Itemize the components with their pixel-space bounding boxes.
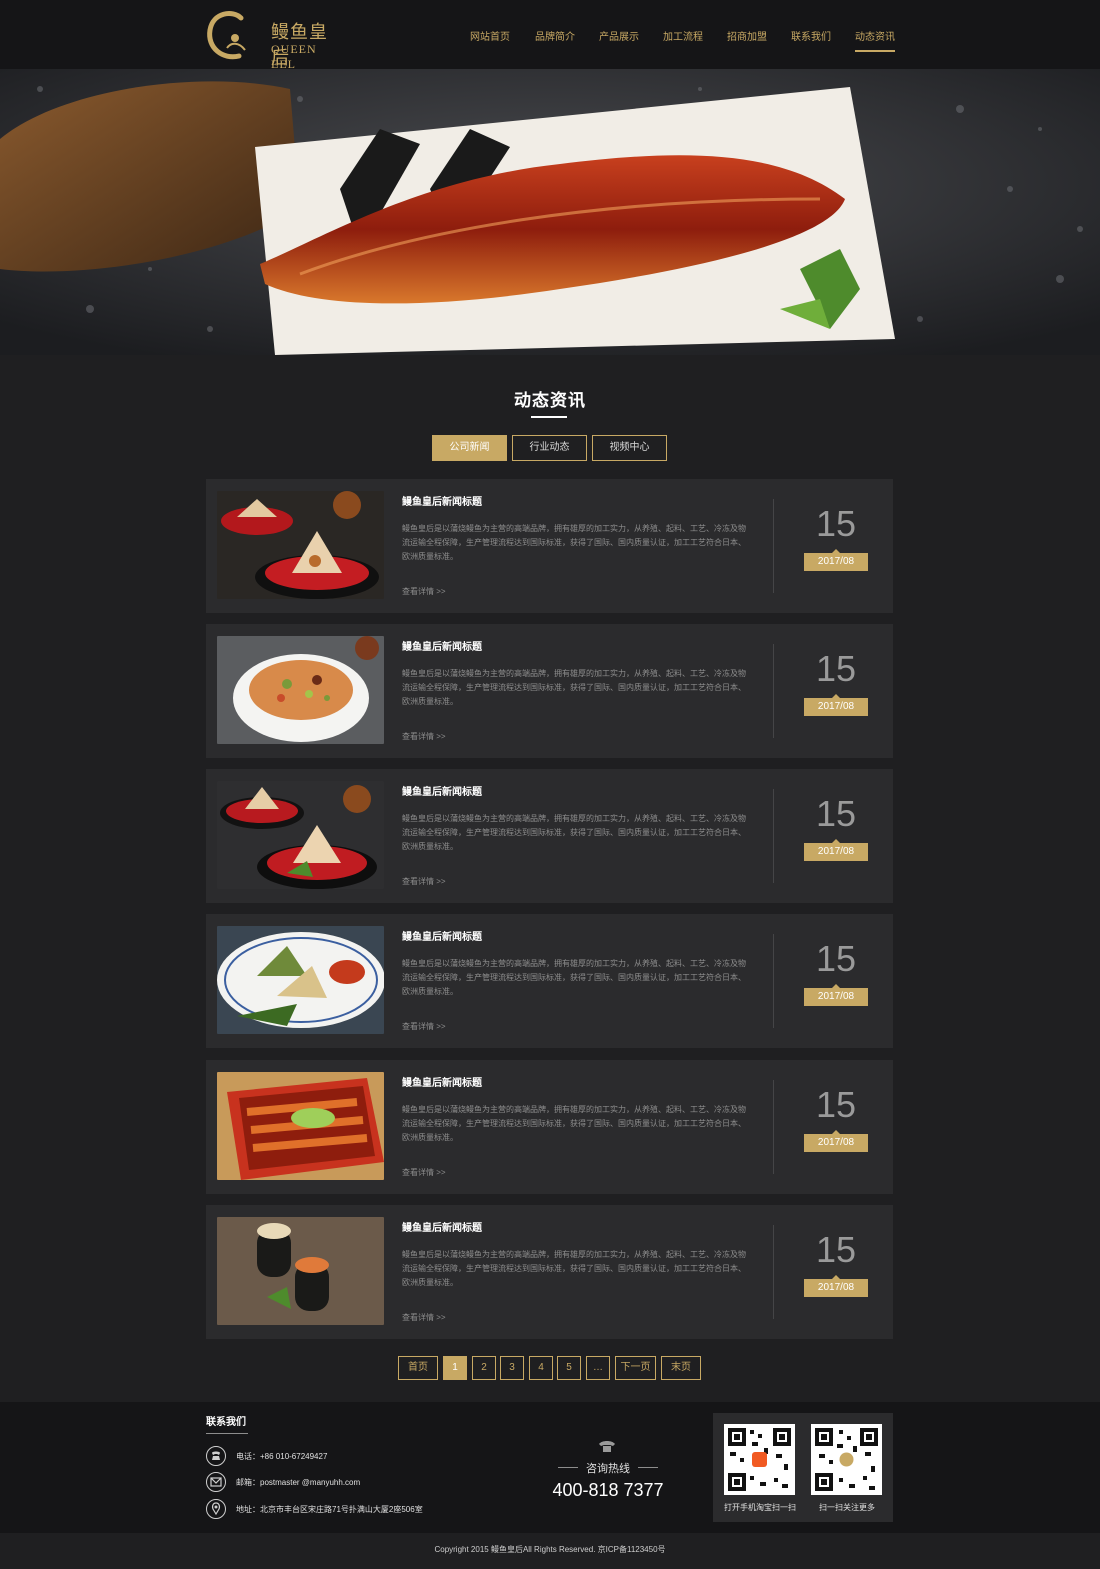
- news-month-badge: 2017/08: [804, 549, 868, 571]
- read-more-link[interactable]: 查看详情 >>: [402, 586, 446, 597]
- pagination: 首页 1 2 3 4 5 … 下一页 末页: [0, 1356, 1100, 1380]
- news-description: 鳗鱼皇后是以蒲烧鳗鱼为主营的高端品牌，拥有雄厚的加工实力，从养殖、起料、工艺、冷…: [402, 959, 746, 996]
- news-description: 鳗鱼皇后是以蒲烧鳗鱼为主营的高端品牌，拥有雄厚的加工实力，从养殖、起料、工艺、冷…: [402, 1105, 746, 1142]
- news-title[interactable]: 鳗鱼皇后新闻标题: [402, 783, 482, 798]
- news-day: 15: [815, 938, 857, 979]
- nav-item-process[interactable]: 加工流程: [663, 28, 703, 43]
- phone-icon: [206, 1446, 226, 1466]
- brand-name-en: QUEEN EEL: [271, 42, 317, 71]
- footer-contact-title: 联系我们: [206, 1417, 246, 1428]
- copyright-text: Copyright 2015 鳗鱼皇后All Rights Reserved. …: [434, 1545, 666, 1554]
- queen-logo-icon: [207, 11, 246, 60]
- fried-rice-bowl-image[interactable]: [217, 636, 384, 744]
- news-day: 15: [815, 503, 857, 544]
- news-month-badge: 2017/08: [804, 984, 868, 1006]
- page-3-button[interactable]: 3: [500, 1356, 524, 1380]
- page-1-button[interactable]: 1: [443, 1356, 467, 1380]
- onigiri-black-plate-image[interactable]: [217, 781, 384, 889]
- wechat-qr-caption: 扫一扫关注更多: [819, 1503, 875, 1512]
- tab-company-news[interactable]: 公司新闻: [432, 435, 507, 461]
- read-more-link[interactable]: 查看详情 >>: [402, 731, 446, 742]
- news-title[interactable]: 鳗鱼皇后新闻标题: [402, 1074, 482, 1089]
- hero-banner: [0, 69, 1100, 355]
- onigiri-red-plate-image[interactable]: [217, 491, 384, 599]
- page-first-button[interactable]: 首页: [398, 1356, 438, 1380]
- news-day: 15: [815, 648, 857, 689]
- page-5-button[interactable]: 5: [557, 1356, 581, 1380]
- news-title[interactable]: 鳗鱼皇后新闻标题: [402, 928, 482, 943]
- mail-icon: [206, 1472, 226, 1492]
- read-more-link[interactable]: 查看详情 >>: [402, 1167, 446, 1178]
- news-month-badge: 2017/08: [804, 839, 868, 861]
- read-more-link[interactable]: 查看详情 >>: [402, 876, 446, 887]
- nav-item-brand[interactable]: 品牌简介: [535, 28, 575, 43]
- page-next-button[interactable]: 下一页: [615, 1356, 656, 1380]
- site-footer: 联系我们 电话：+86 010-67249427 邮箱：postmaster @…: [0, 1402, 1100, 1533]
- section-title: 动态资讯: [514, 391, 586, 410]
- taobao-qr-caption: 打开手机淘宝扫一扫: [724, 1503, 796, 1512]
- taobao-qr-code[interactable]: [724, 1424, 795, 1495]
- footer-address: 地址：北京市丰台区宋庄路71号扑满山大厦2座506室: [236, 1505, 423, 1514]
- hotline-number[interactable]: 400-818 7377: [540, 1480, 676, 1501]
- section-title-underline: [531, 416, 567, 418]
- read-more-link[interactable]: 查看详情 >>: [402, 1312, 446, 1323]
- nav-item-news[interactable]: 动态资讯: [855, 28, 895, 52]
- nav-item-franchise[interactable]: 招商加盟: [727, 28, 767, 43]
- news-description: 鳗鱼皇后是以蒲烧鳗鱼为主营的高端品牌，拥有雄厚的加工实力，从养殖、起料、工艺、冷…: [402, 1250, 746, 1287]
- news-item[interactable]: 鳗鱼皇后新闻标题 鳗鱼皇后是以蒲烧鳗鱼为主营的高端品牌，拥有雄厚的加工实力，从养…: [206, 914, 893, 1048]
- tab-industry-news[interactable]: 行业动态: [512, 435, 587, 461]
- news-title[interactable]: 鳗鱼皇后新闻标题: [402, 1219, 482, 1234]
- news-item[interactable]: 鳗鱼皇后新闻标题 鳗鱼皇后是以蒲烧鳗鱼为主营的高端品牌，拥有雄厚的加工实力，从养…: [206, 769, 893, 903]
- news-description: 鳗鱼皇后是以蒲烧鳗鱼为主营的高端品牌，拥有雄厚的加工实力，从养殖、起料、工艺、冷…: [402, 669, 746, 706]
- page-ellipsis: …: [586, 1356, 610, 1380]
- footer-title-underline: [206, 1433, 248, 1434]
- news-day: 15: [815, 1084, 857, 1125]
- footer-phone: 电话：+86 010-67249427: [236, 1452, 328, 1461]
- news-month-badge: 2017/08: [804, 1275, 868, 1297]
- news-item[interactable]: 鳗鱼皇后新闻标题 鳗鱼皇后是以蒲烧鳗鱼为主营的高端品牌，拥有雄厚的加工实力，从养…: [206, 1060, 893, 1194]
- footer-email[interactable]: 邮箱：postmaster @manyuhh.com: [236, 1477, 360, 1488]
- news-description: 鳗鱼皇后是以蒲烧鳗鱼为主营的高端品牌，拥有雄厚的加工实力，从养殖、起料、工艺、冷…: [402, 524, 746, 561]
- nav-item-home[interactable]: 网站首页: [470, 28, 510, 43]
- news-title[interactable]: 鳗鱼皇后新闻标题: [402, 638, 482, 653]
- qr-code-panel: 打开手机淘宝扫一扫 扫一扫关注更多: [713, 1413, 893, 1522]
- hotline-line-right: [638, 1467, 658, 1468]
- news-description: 鳗鱼皇后是以蒲烧鳗鱼为主营的高端品牌，拥有雄厚的加工实力，从养殖、起料、工艺、冷…: [402, 814, 746, 851]
- tab-video-center[interactable]: 视频中心: [592, 435, 667, 461]
- read-more-link[interactable]: 查看详情 >>: [402, 1021, 446, 1032]
- news-item[interactable]: 鳗鱼皇后新闻标题 鳗鱼皇后是以蒲烧鳗鱼为主营的高端品牌，拥有雄厚的加工实力，从养…: [206, 1205, 893, 1339]
- wechat-qr-code[interactable]: [811, 1424, 882, 1495]
- hotline-label: 咨询热线: [586, 1463, 630, 1475]
- unagi-box-image[interactable]: [217, 1072, 384, 1180]
- site-header: 鳗鱼皇后 QUEEN EEL 网站首页 品牌简介 产品展示 加工流程 招商加盟 …: [0, 0, 1100, 71]
- news-month-badge: 2017/08: [804, 694, 868, 716]
- sushi-rolls-image[interactable]: [217, 1217, 384, 1325]
- grilled-eel-banner-image: [0, 69, 1100, 355]
- page-2-button[interactable]: 2: [472, 1356, 496, 1380]
- page-4-button[interactable]: 4: [529, 1356, 553, 1380]
- news-item[interactable]: 鳗鱼皇后新闻标题 鳗鱼皇后是以蒲烧鳗鱼为主营的高端品牌，拥有雄厚的加工实力，从养…: [206, 624, 893, 758]
- brand-logo[interactable]: 鳗鱼皇后 QUEEN EEL: [205, 8, 345, 71]
- news-title[interactable]: 鳗鱼皇后新闻标题: [402, 493, 482, 508]
- news-divider: [773, 644, 774, 738]
- location-icon: [206, 1499, 226, 1519]
- news-divider: [773, 789, 774, 883]
- nav-item-contact[interactable]: 联系我们: [791, 28, 831, 43]
- news-day: 15: [815, 793, 857, 834]
- telephone-icon: [599, 1441, 615, 1452]
- page-last-button[interactable]: 末页: [661, 1356, 701, 1380]
- nav-item-products[interactable]: 产品展示: [599, 28, 639, 43]
- news-divider: [773, 1080, 774, 1174]
- news-divider: [773, 1225, 774, 1319]
- news-day: 15: [815, 1229, 857, 1270]
- news-divider: [773, 934, 774, 1028]
- news-month-badge: 2017/08: [804, 1130, 868, 1152]
- news-divider: [773, 499, 774, 593]
- zongzi-plate-image[interactable]: [217, 926, 384, 1034]
- news-item[interactable]: 鳗鱼皇后新闻标题 鳗鱼皇后是以蒲烧鳗鱼为主营的高端品牌，拥有雄厚的加工实力，从养…: [206, 479, 893, 613]
